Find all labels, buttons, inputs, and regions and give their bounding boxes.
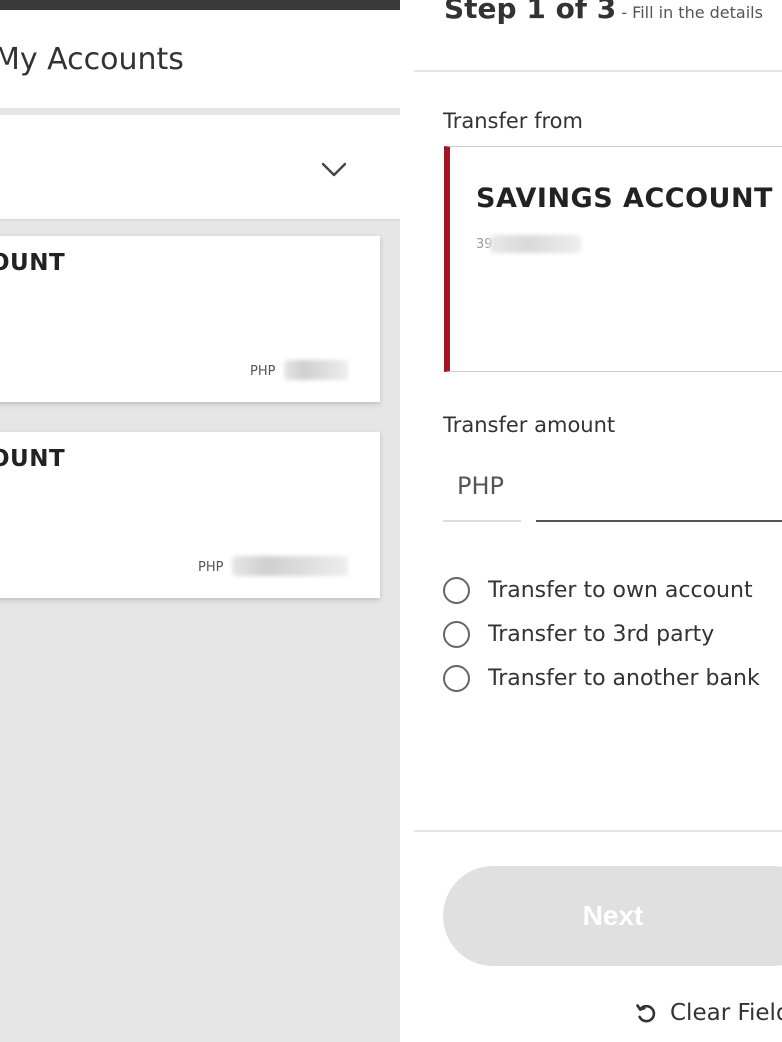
step-indicator: Step 1 of 3 - Fill in the details [444,0,763,25]
next-button[interactable]: Next [443,866,782,966]
account-name: OUNT [0,250,66,276]
radio-transfer-own-account[interactable]: Transfer to own account [443,574,753,606]
transfer-amount-label: Transfer amount [443,413,616,437]
status-bar [0,0,400,10]
account-name: OUNT [0,446,66,472]
account-card[interactable]: OUNT PHP [0,432,380,598]
step-subtitle: - Fill in the details [621,3,763,22]
masked-balance [284,360,348,380]
clear-fields-label: Clear Fields [670,1000,782,1026]
radio-button[interactable] [443,576,470,604]
page-title: My Accounts [0,42,184,77]
currency-code: PHP [457,472,504,500]
divider [414,70,782,72]
radio-button[interactable] [443,664,470,692]
currency-field: PHP [443,460,521,522]
next-button-label: Next [582,900,644,931]
refresh-icon [636,1004,656,1023]
chevron-down-icon[interactable] [320,159,348,179]
masked-account-number [490,235,582,253]
clear-fields-button[interactable]: Clear Fields [634,996,782,1030]
radio-label: Transfer to own account [488,577,753,603]
account-currency: PHP [250,364,276,379]
radio-button[interactable] [443,620,470,648]
account-card[interactable]: OUNT PHP [0,236,380,402]
from-account-name: SAVINGS ACCOUNT [476,183,773,214]
masked-balance [232,556,348,576]
transfer-from-label: Transfer from [443,109,583,133]
radio-transfer-another-bank[interactable]: Transfer to another bank [443,662,760,694]
divider [414,830,782,832]
amount-input[interactable] [536,460,782,522]
account-currency: PHP [198,560,224,575]
step-title: Step 1 of 3 [444,0,617,25]
transfer-from-account-selector[interactable]: SAVINGS ACCOUNT 39 [444,146,782,372]
radio-label: Transfer to another bank [488,665,760,691]
accounts-header: My Accounts [0,10,400,108]
account-filter-dropdown[interactable] [0,115,400,219]
radio-label: Transfer to 3rd party [488,621,715,647]
accounts-panel: My Accounts OUNT PHP OUNT PHP [0,0,400,1042]
transfer-form-panel: Step 1 of 3 - Fill in the details Transf… [414,0,782,1042]
radio-transfer-3rd-party[interactable]: Transfer to 3rd party [443,618,714,650]
